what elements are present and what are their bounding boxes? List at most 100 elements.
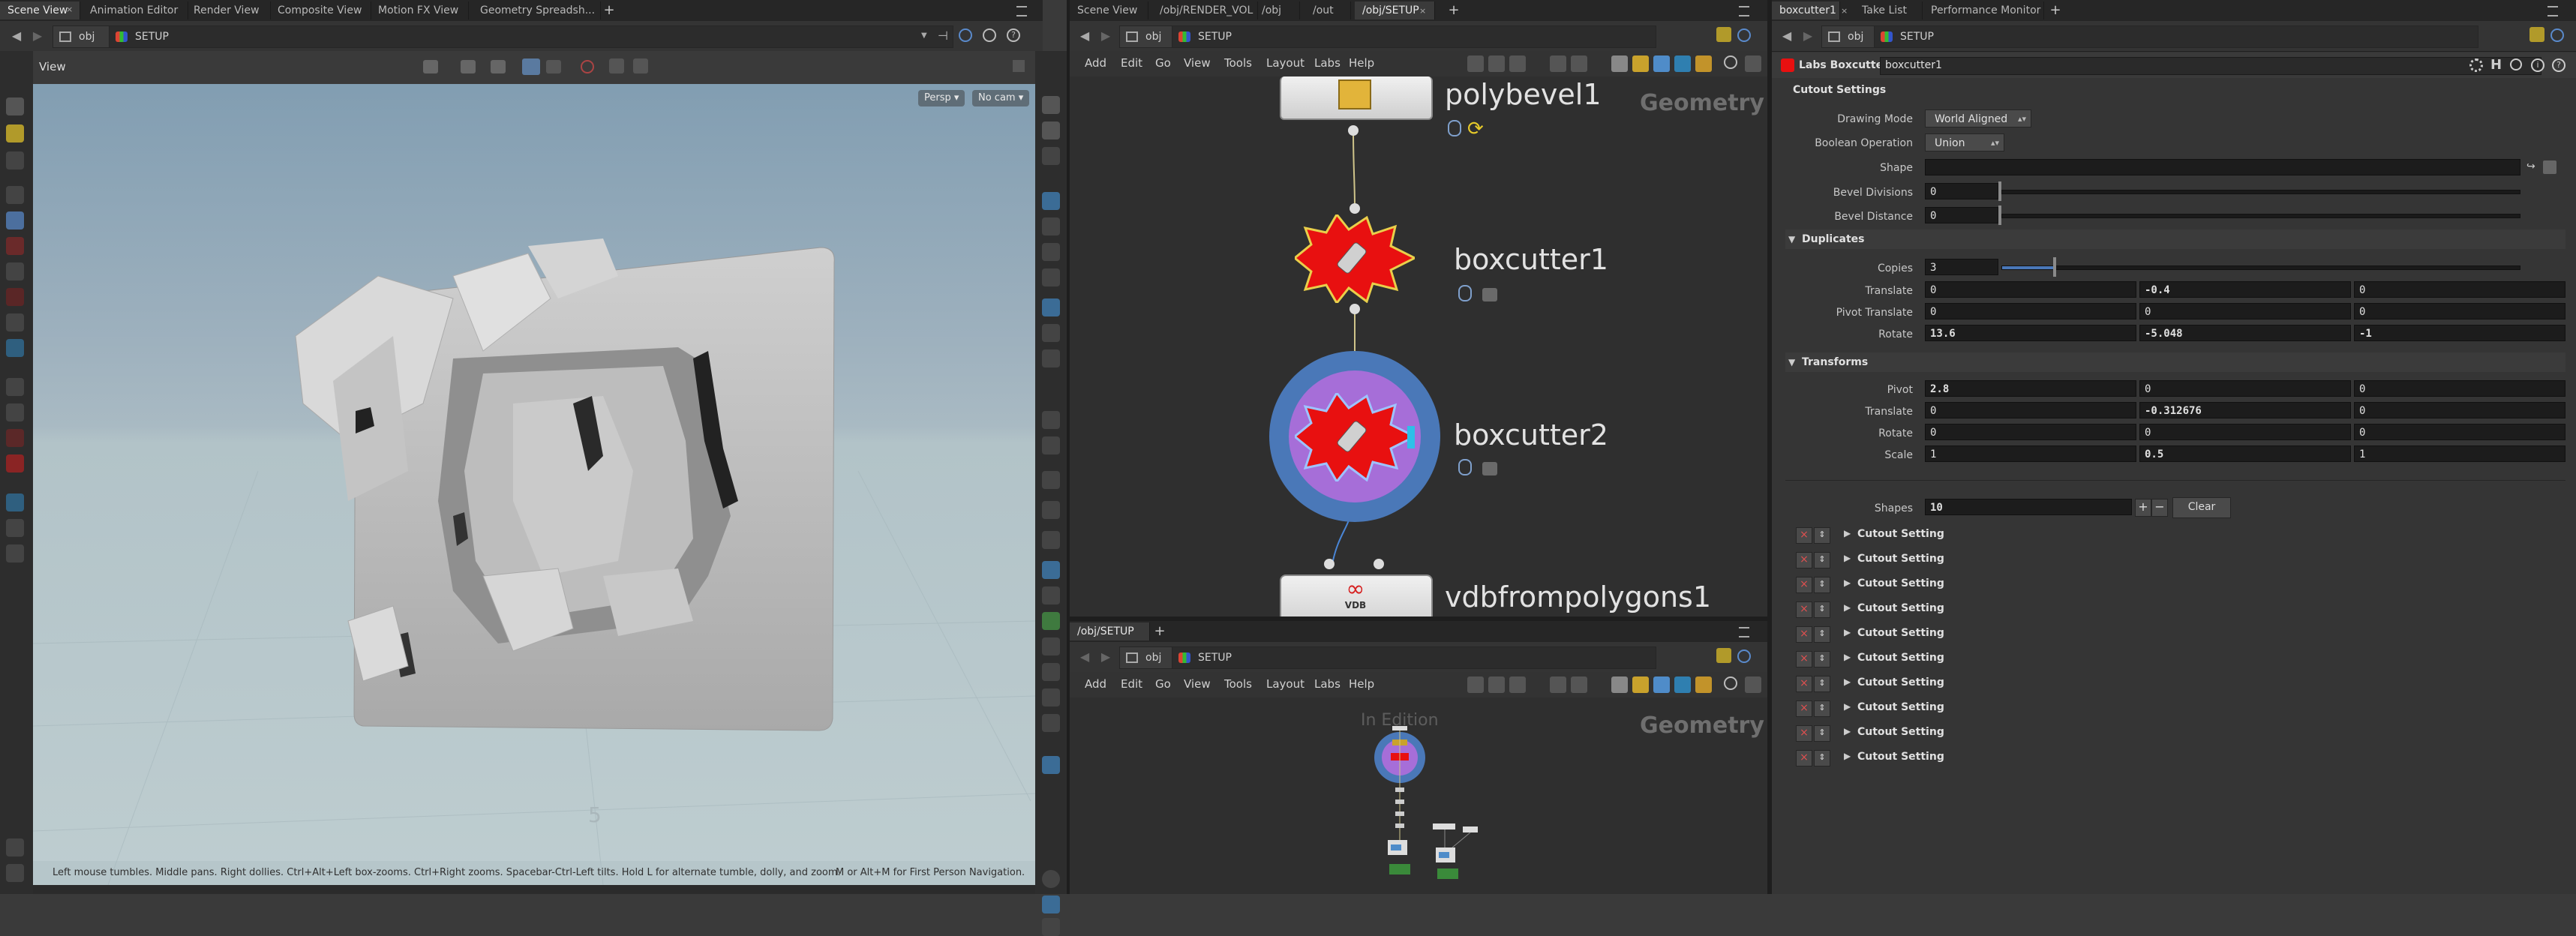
tab-composite-view[interactable]: Composite View [270, 2, 371, 20]
expand-triangle-icon[interactable]: ▶ [1844, 578, 1851, 588]
display-options-icon[interactable] [6, 864, 24, 882]
forward-arrow-icon[interactable]: ▶ [30, 27, 45, 45]
expand-triangle-icon[interactable]: ▶ [1844, 652, 1851, 662]
orbit-tool-icon[interactable] [6, 429, 24, 447]
link-icon[interactable] [2550, 28, 2564, 42]
remove-icon[interactable]: × [1796, 577, 1812, 593]
shapes-count-field[interactable]: 10 [1925, 499, 2132, 515]
node-name-boxcutter1[interactable]: boxcutter1 [1454, 243, 1608, 276]
breadcrumb-setup[interactable]: SETUP [109, 26, 953, 48]
insert-icon[interactable]: ⇕ [1814, 651, 1830, 668]
snap-tool-icon[interactable] [6, 288, 24, 306]
template-icon[interactable] [1042, 561, 1060, 579]
image-icon[interactable] [1653, 676, 1670, 693]
cutout-setting-row[interactable]: × ⇕ ▶ Cutout Setting [1796, 624, 2546, 644]
back-arrow-icon[interactable]: ◀ [9, 27, 24, 45]
node-name-polybevel1[interactable]: polybevel1 [1445, 78, 1602, 111]
settings-icon[interactable] [983, 28, 996, 42]
dup-pivot-translate-x[interactable]: 0 [1925, 303, 2136, 320]
add-instance-button[interactable]: + [2135, 499, 2151, 517]
remove-icon[interactable]: × [1796, 750, 1812, 766]
menu-view[interactable]: View [1184, 677, 1211, 691]
expand-triangle-icon[interactable]: ▶ [1844, 528, 1851, 538]
uv-icon[interactable] [1042, 501, 1060, 519]
remove-icon[interactable]: × [1796, 552, 1812, 568]
tr-rotate-x[interactable]: 0 [1925, 424, 2136, 440]
bevel-distance-field[interactable]: 0 [1925, 207, 1998, 224]
wrench-icon[interactable] [1467, 676, 1484, 693]
add-tab-icon[interactable]: + [600, 2, 618, 20]
palette-icon[interactable] [1674, 56, 1691, 72]
dup-translate-y[interactable]: -0.4 [2139, 281, 2351, 298]
cutout-setting-row[interactable]: × ⇕ ▶ Cutout Setting [1796, 599, 2546, 619]
copies-field[interactable]: 3 [1925, 259, 1998, 275]
menu-labs[interactable]: Labs [1314, 56, 1341, 70]
insert-icon[interactable]: ⇕ [1814, 725, 1830, 742]
menu-add[interactable]: Add [1085, 56, 1106, 70]
panel-menu-icon[interactable] [1016, 6, 1027, 16]
pivot-z[interactable]: 0 [2354, 380, 2565, 397]
paperclip-icon[interactable] [1458, 285, 1472, 302]
cutout-setting-row[interactable]: × ⇕ ▶ Cutout Setting [1796, 574, 2546, 594]
node-name-boxcutter2[interactable]: boxcutter2 [1454, 418, 1608, 452]
tab-render-view[interactable]: Render View [186, 2, 271, 20]
tab-obj-setup-2[interactable]: /obj/SETUP [1070, 622, 1150, 640]
menu-add[interactable]: Add [1085, 677, 1106, 691]
list-icon[interactable] [1509, 676, 1526, 693]
point-display-icon[interactable] [1042, 192, 1060, 210]
layout-grid-icon[interactable] [1571, 56, 1587, 72]
lock-icon[interactable] [1482, 462, 1497, 476]
back-arrow-icon[interactable]: ◀ [1077, 27, 1092, 45]
link-icon[interactable] [1737, 28, 1751, 42]
gear-icon[interactable] [2469, 58, 2483, 72]
tab-boxcutter1[interactable]: boxcutter1 [1772, 2, 1840, 20]
grid-snap-icon[interactable] [6, 314, 24, 332]
render-tool-icon[interactable] [6, 544, 24, 562]
bounding-box-icon[interactable] [1042, 298, 1060, 316]
search-icon[interactable] [1724, 676, 1737, 690]
dup-pivot-translate-z[interactable]: 0 [2354, 303, 2565, 320]
node-boxcutter1[interactable] [1295, 214, 1415, 303]
pose-tool-icon[interactable] [6, 152, 24, 170]
edge-icon[interactable] [1042, 436, 1060, 454]
dup-translate-x[interactable]: 0 [1925, 281, 2136, 298]
menu-edit[interactable]: Edit [1121, 56, 1142, 70]
expand-triangle-icon[interactable]: ▶ [1844, 701, 1851, 712]
pin-icon[interactable] [1716, 648, 1731, 663]
clear-button[interactable]: Clear [2172, 497, 2231, 518]
tab-performance-monitor[interactable]: Performance Monitor [1923, 2, 2044, 20]
search-icon[interactable] [2510, 58, 2522, 70]
breadcrumb-setup[interactable]: SETUP [1172, 26, 1656, 48]
remove-icon[interactable]: × [1796, 676, 1812, 692]
normals-icon[interactable] [1042, 218, 1060, 236]
panel-menu-icon[interactable] [1739, 627, 1749, 638]
expand-triangle-icon[interactable]: ▶ [1844, 751, 1851, 761]
tr-rotate-y[interactable]: 0 [2139, 424, 2351, 440]
breadcrumb-setup[interactable]: SETUP [1172, 646, 1656, 669]
number-display-icon[interactable] [1042, 471, 1060, 489]
menu-help[interactable]: Help [1349, 677, 1374, 691]
copies-slider-handle[interactable] [2053, 257, 2056, 277]
close-icon[interactable]: × [1419, 6, 1426, 16]
pivot-x[interactable]: 2.8 [1925, 380, 2136, 397]
node-name-field[interactable]: boxcutter1 [1880, 57, 2541, 75]
tab-obj[interactable]: /obj [1254, 2, 1300, 20]
panel-menu-icon[interactable] [1739, 6, 1749, 16]
insert-icon[interactable]: ⇕ [1814, 552, 1830, 568]
folder-open-icon[interactable] [1695, 56, 1712, 72]
layout-grid-icon[interactable] [1571, 676, 1587, 693]
insert-icon[interactable]: ⇕ [1814, 577, 1830, 593]
camera-network-icon[interactable] [1745, 676, 1761, 693]
close-icon[interactable]: × [1841, 6, 1848, 16]
transform-tool-icon[interactable] [6, 124, 24, 142]
magnet-snap-icon[interactable] [6, 454, 24, 472]
tree-icon[interactable] [1488, 676, 1505, 693]
insert-icon[interactable]: ⇕ [1814, 626, 1830, 643]
duplicates-section-header[interactable]: ▼ Duplicates [1785, 230, 2565, 249]
remove-icon[interactable]: × [1796, 651, 1812, 668]
camera-tool-icon[interactable] [6, 519, 24, 537]
transforms-section-header[interactable]: ▼ Transforms [1785, 352, 2565, 372]
dup-rotate-z[interactable]: -1 [2354, 325, 2565, 341]
pivot-y[interactable]: 0 [2139, 380, 2351, 397]
lock-view-icon[interactable] [1042, 122, 1060, 140]
